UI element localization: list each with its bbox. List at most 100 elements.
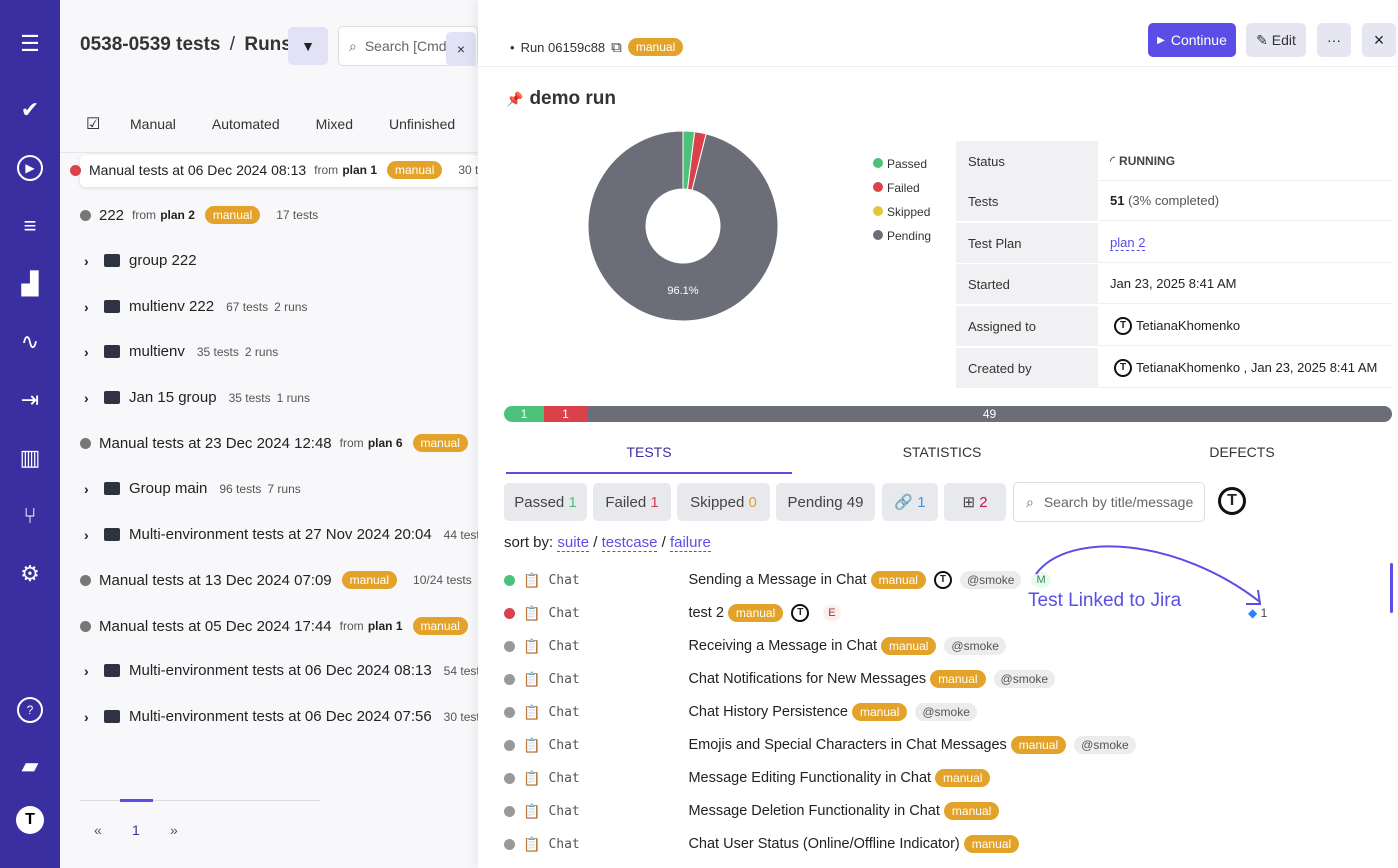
- select-all-icon[interactable]: ☑: [86, 114, 100, 134]
- sort-failure[interactable]: failure: [670, 534, 711, 552]
- play-icon[interactable]: ▶: [17, 155, 43, 181]
- test-row[interactable]: 📋ChatChat User Status (Online/Offline In…: [504, 832, 1023, 856]
- testomat-assignee-avatar[interactable]: T: [1218, 487, 1246, 515]
- test-row[interactable]: 📋Chattest 2manualTE: [504, 601, 841, 625]
- legend-pending[interactable]: Pending: [873, 224, 931, 248]
- filter-button[interactable]: ▼: [288, 27, 328, 65]
- chip-passed[interactable]: Passed 1: [504, 483, 587, 521]
- sort-suite[interactable]: suite: [557, 534, 589, 552]
- tab-defects[interactable]: DEFECTS: [1092, 436, 1392, 474]
- test-row[interactable]: 📋ChatChat History Persistencemanual@smok…: [504, 700, 977, 724]
- run-group-item[interactable]: ›multienv35 tests2 runs: [84, 343, 278, 360]
- legend-skipped[interactable]: Skipped: [873, 200, 931, 224]
- plan-link[interactable]: plan 6: [368, 436, 403, 450]
- chip-failed[interactable]: Failed 1: [593, 483, 671, 521]
- pulse-icon[interactable]: ∿: [12, 324, 48, 360]
- legend-dot: [873, 206, 883, 216]
- legend-passed[interactable]: Passed: [873, 152, 931, 176]
- testomat-logo-icon[interactable]: T: [16, 806, 44, 834]
- test-row[interactable]: 📋ChatSending a Message in ChatmanualT@sm…: [504, 568, 1051, 592]
- run-group-item[interactable]: ›Jan 15 group35 tests1 runs: [84, 389, 310, 406]
- suite-name: Chat: [548, 672, 688, 687]
- help-icon[interactable]: ?: [17, 697, 43, 723]
- check-icon[interactable]: ✔: [12, 92, 48, 128]
- continue-button[interactable]: ▶Continue: [1148, 23, 1236, 57]
- run-group-item[interactable]: ›group 222: [84, 252, 197, 269]
- chevron-right-icon[interactable]: ›: [84, 709, 104, 725]
- analytics-icon[interactable]: ▥: [12, 440, 48, 476]
- tab-statistics[interactable]: STATISTICS: [792, 436, 1092, 474]
- test-row[interactable]: 📋ChatChat Notifications for New Messages…: [504, 667, 1055, 691]
- chip-skipped[interactable]: Skipped 0: [677, 483, 770, 521]
- chevron-right-icon[interactable]: ›: [84, 299, 104, 315]
- info-row-test-plan: Test Planplan 2: [956, 222, 1392, 264]
- run-item[interactable]: Manual tests at 05 Dec 2024 17:44from pl…: [80, 617, 478, 635]
- chevron-right-icon[interactable]: ›: [84, 390, 104, 406]
- tag-badge[interactable]: @smoke: [960, 571, 1022, 589]
- test-plan-link[interactable]: plan 2: [1110, 235, 1145, 251]
- test-row[interactable]: 📋ChatReceiving a Message in Chatmanual@s…: [504, 634, 1006, 658]
- close-search-button[interactable]: ×: [446, 32, 476, 66]
- clipboard-icon: 📋: [523, 638, 540, 655]
- tag-badge[interactable]: @smoke: [944, 637, 1006, 655]
- test-row[interactable]: 📋ChatEmojis and Special Characters in Ch…: [504, 733, 1136, 757]
- run-item[interactable]: Manual tests at 06 Dec 2024 08:13from pl…: [70, 161, 478, 179]
- tag-badge[interactable]: @smoke: [1074, 736, 1136, 754]
- run-item[interactable]: Manual tests at 23 Dec 2024 12:48from pl…: [80, 434, 478, 452]
- gear-icon[interactable]: ⚙: [12, 556, 48, 592]
- pagination-next[interactable]: »: [170, 822, 178, 838]
- chip-pending[interactable]: Pending 49: [776, 483, 875, 521]
- plan-link[interactable]: plan 2: [160, 208, 195, 222]
- list-check-icon[interactable]: ≡: [12, 208, 48, 244]
- close-button[interactable]: ×: [1362, 23, 1396, 57]
- edit-label: Edit: [1272, 32, 1296, 48]
- chevron-right-icon[interactable]: ›: [84, 344, 104, 360]
- chip-comments[interactable]: ⊞ 2: [944, 483, 1006, 521]
- import-icon[interactable]: ⇥: [12, 382, 48, 418]
- run-group-item[interactable]: ›multienv 22267 tests2 runs: [84, 298, 307, 315]
- clipboard-icon: 📋: [523, 737, 540, 754]
- plan-link[interactable]: plan 1: [368, 619, 403, 633]
- test-row[interactable]: 📋ChatMessage Editing Functionality in Ch…: [504, 766, 994, 790]
- plan-link[interactable]: plan 1: [342, 163, 377, 177]
- run-item[interactable]: 222from plan 2manual17 tests: [80, 206, 318, 224]
- breadcrumb-project[interactable]: 0538-0539 tests: [80, 34, 221, 55]
- run-group-item[interactable]: ›Group main96 tests7 runs: [84, 480, 301, 497]
- chevron-right-icon[interactable]: ›: [84, 527, 104, 543]
- chevron-right-icon[interactable]: ›: [84, 481, 104, 497]
- tag-badge[interactable]: @smoke: [915, 703, 977, 721]
- run-item[interactable]: Manual tests at 13 Dec 2024 07:09manual1…: [80, 571, 472, 589]
- completion: (3% completed): [1128, 193, 1219, 208]
- run-group-item[interactable]: ›Multi-environment tests at 27 Nov 2024 …: [84, 526, 478, 543]
- test-search-input[interactable]: ⌕Search by title/message: [1013, 482, 1205, 522]
- menu-icon[interactable]: ☰: [12, 26, 48, 62]
- failed-status-icon: [70, 165, 81, 176]
- group-title: multienv 222: [129, 298, 214, 315]
- filter-tab-manual[interactable]: Manual: [130, 116, 176, 132]
- scrollbar[interactable]: [1390, 563, 1393, 613]
- filter-tab-mixed[interactable]: Mixed: [316, 116, 353, 132]
- pagination-prev[interactable]: «: [94, 822, 102, 838]
- run-group-item[interactable]: ›Multi-environment tests at 06 Dec 2024 …: [84, 662, 478, 679]
- chip-links[interactable]: 🔗 1: [882, 483, 938, 521]
- run-count: 2 runs: [245, 345, 278, 359]
- sort-testcase[interactable]: testcase: [602, 534, 658, 552]
- jira-link[interactable]: ◆ 1: [1248, 606, 1267, 620]
- run-group-item[interactable]: ›Multi-environment tests at 06 Dec 2024 …: [84, 708, 478, 725]
- edit-button[interactable]: ✎Edit: [1246, 23, 1306, 57]
- test-count: 17 tests: [276, 208, 318, 222]
- copy-icon[interactable]: ⧉: [611, 39, 622, 56]
- branch-icon[interactable]: ⑂: [12, 498, 48, 534]
- folder-icon[interactable]: ▰: [12, 748, 48, 784]
- more-button[interactable]: ···: [1317, 23, 1351, 57]
- tag-badge[interactable]: @smoke: [994, 670, 1056, 688]
- filter-tab-automated[interactable]: Automated: [212, 116, 280, 132]
- filter-tab-unfinished[interactable]: Unfinished: [389, 116, 455, 132]
- tab-tests[interactable]: TESTS: [506, 436, 792, 474]
- legend-failed[interactable]: Failed: [873, 176, 931, 200]
- chevron-right-icon[interactable]: ›: [84, 663, 104, 679]
- chevron-right-icon[interactable]: ›: [84, 253, 104, 269]
- pagination-page-1[interactable]: 1: [132, 822, 140, 838]
- test-row[interactable]: 📋ChatMessage Deletion Functionality in C…: [504, 799, 1003, 823]
- steps-icon[interactable]: ▟: [12, 266, 48, 302]
